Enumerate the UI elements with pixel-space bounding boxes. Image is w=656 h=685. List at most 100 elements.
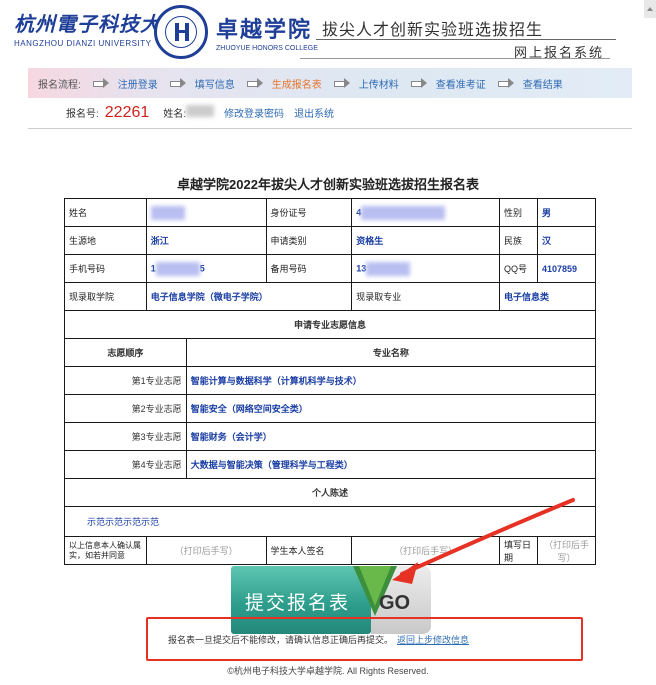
name-label: 姓名: [163, 109, 187, 120]
statement-text: 示范示范示范示范 [64, 506, 596, 537]
ethnic-value-cell: 汉 [536, 226, 597, 255]
submit-notice: 报名表一旦提交后不能修改，请确认信息正确后再提交。 返回上步修改信息 [168, 633, 469, 646]
qq-value-cell: 4107859 [536, 254, 597, 283]
origin-value-cell: 浙江 [145, 226, 267, 255]
phone-suffix: 5 [199, 262, 205, 273]
category-value-cell: 资格生 [351, 226, 501, 255]
college-value-cell: 电子信息学院（微电子学院） [145, 282, 353, 311]
notice-text: 报名表一旦提交后不能修改，请确认信息正确后再提交。 [168, 635, 394, 645]
ethnic-label-cell: 民族 [499, 226, 538, 255]
qq-label-cell: QQ号 [499, 254, 538, 283]
gender-value-cell: 男 [536, 198, 597, 227]
backup-phone-label-cell: 备用号码 [265, 254, 353, 283]
table-row: 志愿顺序 专业名称 [64, 338, 597, 367]
name-redacted [150, 205, 185, 220]
table-row: 手机号码 15 备用号码 13 QQ号 4107859 [64, 254, 597, 283]
college-logo: 卓越学院 ZHUOYUE HONORS COLLEGE [216, 12, 318, 52]
form-title: 卓越学院2022年拔尖人才创新实验班选拔招生报名表 [177, 177, 479, 192]
choice-order: 第3专业志愿 [64, 422, 187, 451]
name-label-cell: 姓名 [64, 198, 147, 227]
arrow-right-icon [92, 78, 109, 88]
table-row: 姓名 身份证号 4 性别 男 [64, 198, 597, 227]
id-label-cell: 身份证号 [265, 198, 353, 227]
arrow-right-icon [410, 78, 427, 88]
registration-steps: 报名流程: 注册登录 填写信息 生成报名表 上传材料 查看准考证 查看结果 [28, 68, 632, 98]
backup-phone-prefix: 13 [356, 262, 367, 273]
statement-section-title: 个人陈述 [64, 478, 596, 507]
change-password-link[interactable]: 修改登录密码 [224, 105, 284, 120]
step-fill-info[interactable]: 填写信息 [195, 76, 235, 91]
registration-info: 报名号: 22261 姓名: 修改登录密码 退出系统 [66, 104, 334, 122]
table-row: 第3专业志愿 智能财务（会计学） [64, 422, 597, 451]
choices-section-title: 申请专业志愿信息 [64, 310, 596, 339]
go-label: GO [379, 592, 411, 614]
arrow-right-icon [169, 78, 186, 88]
divider [28, 128, 632, 129]
table-row: 示范示范示范示范 [64, 506, 596, 537]
header-divider [316, 39, 616, 40]
table-row: 个人陈述 [64, 478, 596, 507]
steps-lead: 报名流程: [38, 79, 81, 91]
signature-print-hint: （打印后手写） [351, 536, 501, 565]
choice-order: 第2专业志愿 [64, 394, 187, 423]
choice-order: 第4专业志愿 [64, 450, 187, 479]
college-seal-icon [154, 5, 208, 59]
phone-label-cell: 手机号码 [64, 254, 147, 283]
university-name-en: HANGZHOU DIANZI UNIVERSITY [14, 39, 152, 48]
footer-copyright: ©杭州电子科技大学卓越学院. All Rights Reserved. [227, 666, 429, 676]
choice-major: 智能安全（网络空间安全类） [185, 394, 597, 423]
table-row: 第1专业志愿 智能计算与数据科学（计算机科学与技术） [64, 366, 597, 395]
category-label-cell: 申请类别 [265, 226, 353, 255]
table-row: 第2专业志愿 智能安全（网络空间安全类） [64, 394, 597, 423]
phone-value-cell: 15 [145, 254, 267, 283]
university-logo: 杭州電子科技大學 HANGZHOU DIANZI UNIVERSITY [14, 8, 182, 48]
phone-redacted [155, 261, 200, 276]
step-register-login[interactable]: 注册登录 [118, 76, 158, 91]
step-view-results[interactable]: 查看结果 [523, 76, 563, 91]
confirm-label: 以上信息本人确认属实，如若并同意 [64, 536, 147, 565]
origin-label-cell: 生源地 [64, 226, 147, 255]
site-header: 杭州電子科技大學 HANGZHOU DIANZI UNIVERSITY 卓越学院… [0, 0, 656, 65]
reg-number: 22261 [104, 104, 150, 121]
backup-phone-value-cell: 13 [351, 254, 501, 283]
submit-button-label: 提交报名表 [245, 593, 351, 614]
arrow-right-icon [333, 78, 350, 88]
order-header: 志愿顺序 [64, 338, 187, 367]
program-title: 拔尖人才创新实验班选拔招生 [322, 22, 544, 39]
table-row: 第4专业志愿 大数据与智能决策（管理科学与工程类） [64, 450, 597, 479]
registration-form-table: 姓名 身份证号 4 性别 男 生源地 浙江 申请类别 资格生 民族 汉 手机号码… [64, 198, 597, 565]
table-row: 以上信息本人确认属实，如若并同意 （打印后手写） 学生本人签名 （打印后手写） … [64, 536, 597, 565]
date-label: 填写日期 [499, 536, 538, 565]
major-header: 专业名称 [185, 338, 597, 367]
scroll-up-button[interactable] [644, 0, 656, 18]
college-name-cn: 卓越学院 [216, 17, 313, 42]
id-value-cell: 4 [351, 198, 501, 227]
name-value-cell [145, 198, 267, 227]
step-generate-form[interactable]: 生成报名表 [272, 76, 322, 91]
arrow-right-icon [246, 78, 263, 88]
step-view-admission-ticket[interactable]: 查看准考证 [436, 76, 486, 91]
choice-major: 智能计算与数据科学（计算机科学与技术） [185, 366, 597, 395]
logout-link[interactable]: 退出系统 [294, 105, 334, 120]
id-redacted [361, 205, 446, 220]
college-label-cell: 现录取学院 [64, 282, 147, 311]
gender-label-cell: 性别 [499, 198, 538, 227]
step-upload-materials[interactable]: 上传材料 [359, 76, 399, 91]
signature-label: 学生本人签名 [265, 536, 353, 565]
choice-major: 智能财务（会计学） [185, 422, 597, 451]
reg-number-label: 报名号: [66, 109, 99, 120]
back-to-edit-link[interactable]: 返回上步修改信息 [397, 635, 469, 645]
college-name-en: ZHUOYUE HONORS COLLEGE [216, 45, 318, 52]
major-value-cell: 电子信息类 [499, 282, 596, 311]
name-redacted [186, 105, 215, 117]
confirm-print-hint: （打印后手写） [145, 536, 267, 565]
table-row: 申请专业志愿信息 [64, 310, 596, 339]
major-label-cell: 现录取专业 [351, 282, 501, 311]
backup-phone-redacted [366, 261, 411, 276]
header-underline [300, 58, 610, 59]
table-row: 现录取学院 电子信息学院（微电子学院） 现录取专业 电子信息类 [64, 282, 596, 311]
choice-major: 大数据与智能决策（管理科学与工程类） [185, 450, 597, 479]
university-name-cn: 杭州電子科技大學 [14, 12, 182, 36]
table-row: 生源地 浙江 申请类别 资格生 民族 汉 [64, 226, 597, 255]
date-print-hint: （打印后手写） [536, 536, 597, 565]
